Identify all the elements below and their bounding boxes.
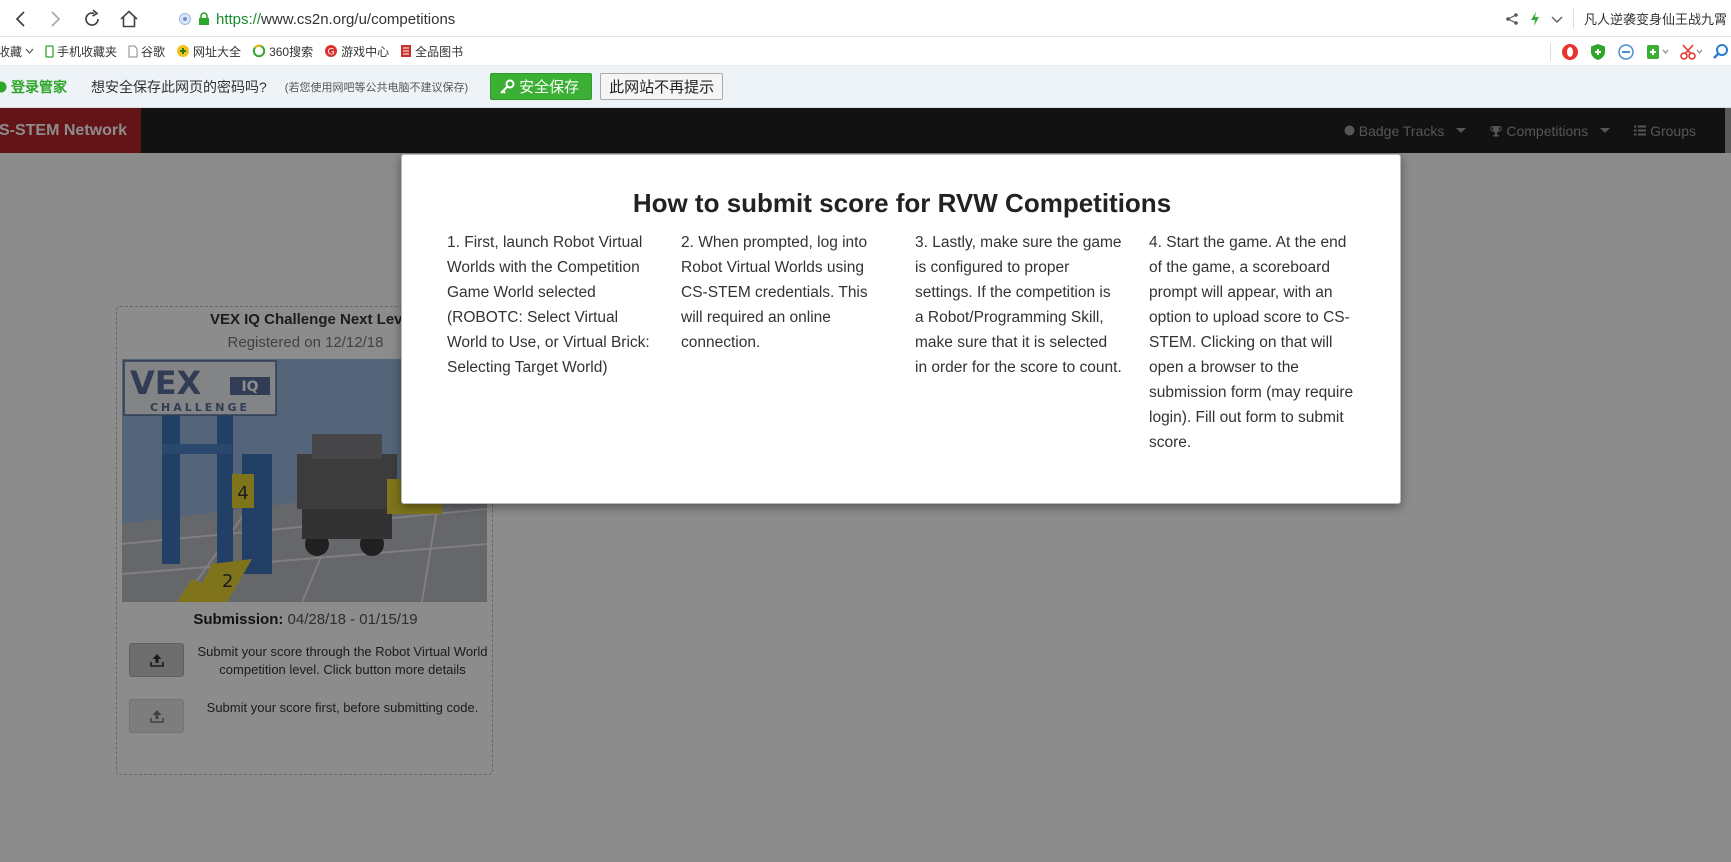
- bookmark-label: 游戏中心: [341, 44, 390, 59]
- site-info-icon: [179, 13, 191, 25]
- minus-circle-icon[interactable]: [1617, 43, 1635, 61]
- share-icon[interactable]: [1505, 12, 1519, 26]
- back-button[interactable]: [8, 6, 34, 32]
- lightning-icon[interactable]: [1529, 11, 1541, 27]
- bookmark-favorites[interactable]: 收藏: [0, 43, 34, 60]
- bookmark-label: 360搜索: [269, 44, 314, 59]
- home-button[interactable]: [116, 6, 142, 32]
- chevron-down-icon: [25, 48, 34, 54]
- svg-text:G: G: [328, 48, 335, 58]
- home-icon: [120, 10, 138, 28]
- opera-icon[interactable]: [1561, 43, 1579, 61]
- search-icon[interactable]: [1713, 43, 1729, 61]
- bookmark-360-search[interactable]: 360搜索: [252, 43, 313, 60]
- shield-icon[interactable]: [1589, 43, 1607, 61]
- instruction-step: 3. Lastly, make sure the game is configu…: [915, 234, 1122, 376]
- login-label: 登录管家: [11, 78, 67, 95]
- add-extension-icon[interactable]: [1645, 43, 1669, 61]
- chevron-down-icon[interactable]: [1551, 14, 1563, 24]
- back-icon: [15, 11, 25, 27]
- bookmark-label: 网址大全: [193, 44, 242, 59]
- modal-title: How to submit score for RVW Competitions: [632, 188, 1172, 218]
- key-icon: [500, 79, 515, 94]
- reload-button[interactable]: [79, 6, 105, 32]
- instruction-step: 2. When prompted, log into Robot Virtual…: [681, 234, 868, 351]
- lock-icon: [199, 12, 209, 25]
- secure-save-button[interactable]: 安全保存: [490, 73, 593, 100]
- bookmark-label: 谷歌: [141, 44, 166, 59]
- password-save-question: 想安全保存此网页的密码吗?: [91, 78, 267, 95]
- instruction-step: 1. First, launch Robot Virtual Worlds wi…: [447, 234, 650, 376]
- submit-score-modal: How to submit score for RVW Competitions…: [401, 154, 1401, 504]
- hot-search-text[interactable]: 凡人逆袭变身仙王战九霄: [1584, 9, 1727, 28]
- book-icon: [401, 45, 412, 57]
- password-save-bar: 登录管家 想安全保存此网页的密码吗? (若您使用网吧等公共电脑不建议保存) 安全…: [0, 66, 1731, 108]
- password-manager-login[interactable]: 登录管家: [0, 77, 67, 97]
- url-text: https://www.cs2n.org/u/competitions: [216, 10, 456, 28]
- scissors-icon[interactable]: [1679, 43, 1703, 61]
- bookmark-label: 全品图书: [415, 44, 464, 59]
- web-directory-icon: [177, 45, 190, 57]
- reload-icon: [85, 9, 99, 26]
- never-remind-button[interactable]: 此网站不再提示: [600, 73, 724, 100]
- divider: [1550, 42, 1551, 61]
- bookmark-games[interactable]: G 游戏中心: [324, 43, 389, 60]
- bookmark-label: 手机收藏夹: [57, 44, 118, 59]
- divider: [1572, 8, 1574, 29]
- game-center-icon: G: [325, 45, 338, 58]
- bookmark-mobile[interactable]: 手机收藏夹: [45, 43, 117, 60]
- password-save-hint: (若您使用网吧等公共电脑不建议保存): [284, 81, 469, 94]
- phone-icon: [45, 44, 54, 58]
- url-field[interactable]: https://www.cs2n.org/u/competitions: [178, 7, 455, 31]
- search-360-icon: [252, 44, 266, 58]
- browser-address-bar: https://www.cs2n.org/u/competitions 凡人逆袭…: [0, 0, 1731, 37]
- never-remind-label: 此网站不再提示: [609, 78, 715, 96]
- website-viewport: S-STEM Network Badge Tracks Competitions…: [0, 108, 1731, 862]
- instruction-steps: 1. First, launch Robot Virtual Worlds wi…: [447, 230, 1367, 455]
- secure-save-label: 安全保存: [519, 78, 580, 96]
- bookmark-directory[interactable]: 网址大全: [176, 43, 241, 60]
- forward-button[interactable]: [42, 6, 68, 32]
- bookmarks-bar: 收藏 手机收藏夹 谷歌 网址大全 360搜索 G 游戏中心 全品图书: [0, 37, 1731, 66]
- bookmark-google[interactable]: 谷歌: [128, 43, 165, 60]
- instruction-step: 4. Start the game. At the end of the gam…: [1149, 234, 1354, 451]
- bookmark-books[interactable]: 全品图书: [400, 43, 463, 60]
- bookmark-label: 收藏: [0, 44, 23, 59]
- page-icon: [128, 45, 138, 57]
- manager-icon: [0, 81, 7, 92]
- forward-icon: [51, 11, 61, 27]
